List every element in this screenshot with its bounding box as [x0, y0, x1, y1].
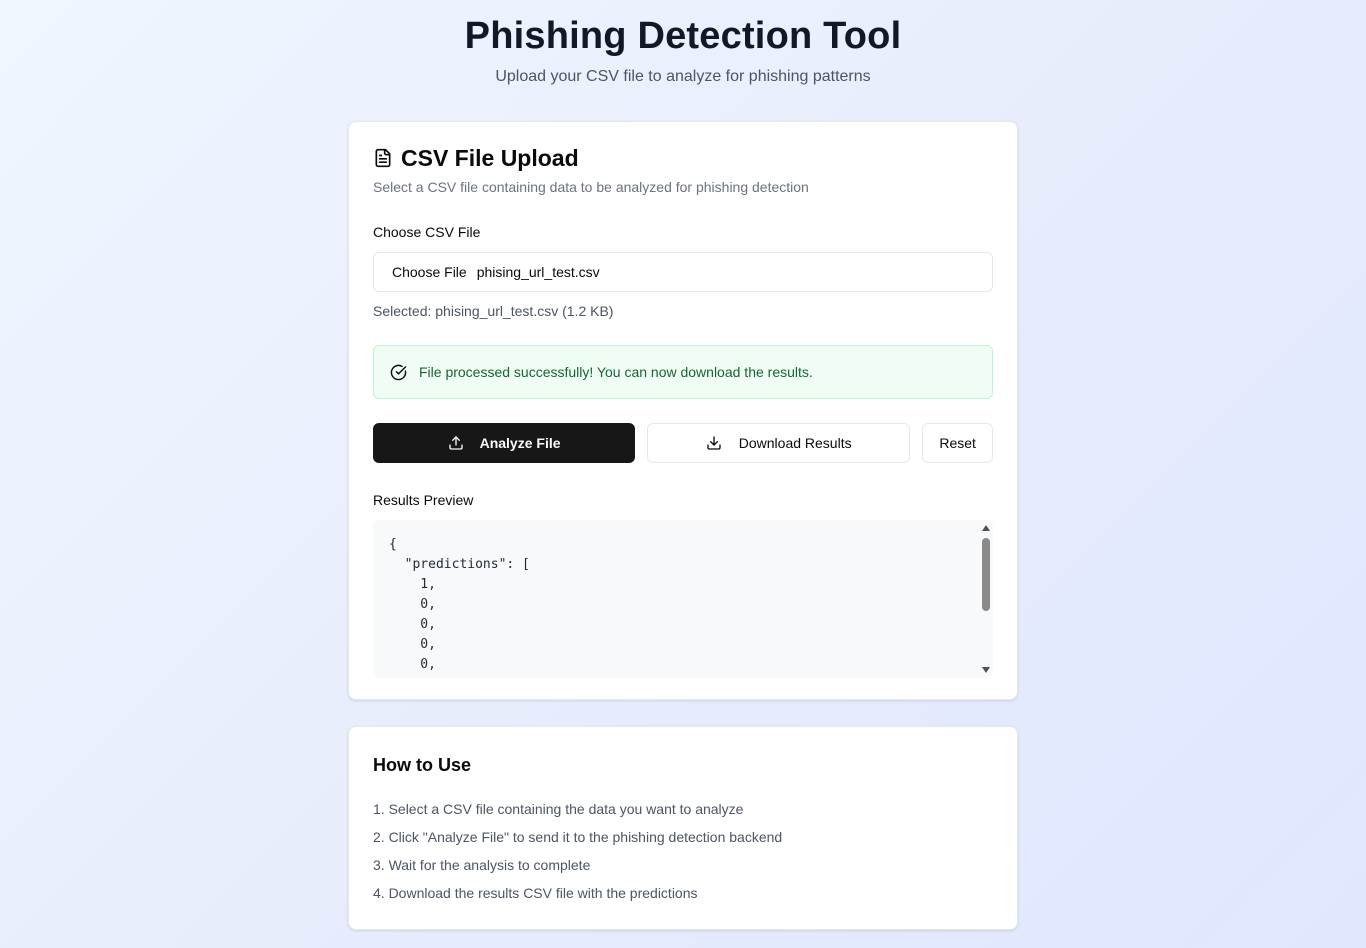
success-alert-text: File processed successfully! You can now… [419, 364, 813, 380]
csv-upload-card: CSV File Upload Select a CSV file contai… [348, 121, 1018, 700]
scroll-down-arrow-icon[interactable] [982, 667, 990, 673]
download-results-button[interactable]: Download Results [647, 423, 911, 463]
upload-icon [448, 435, 464, 451]
file-input-label: Choose CSV File [373, 224, 481, 240]
action-buttons: Analyze File Download Results Reset [373, 423, 993, 463]
results-preview[interactable]: { "predictions": [ 1, 0, 0, 0, 0, [373, 520, 993, 678]
analyze-file-label: Analyze File [479, 435, 561, 451]
step-item: 1. Select a CSV file containing the data… [373, 801, 744, 817]
scroll-thumb[interactable] [982, 538, 990, 611]
results-preview-label: Results Preview [373, 492, 474, 508]
card-title-row: CSV File Upload [373, 144, 993, 171]
selected-file-name: phising_url_test.csv [476, 264, 600, 280]
analyze-file-button[interactable]: Analyze File [373, 423, 636, 463]
download-icon [706, 435, 722, 451]
step-item: 4. Download the results CSV file with th… [373, 885, 698, 901]
how-to-use-card: How to Use 1. Select a CSV file containi… [348, 726, 1018, 930]
csv-file-input[interactable]: Choose File phising_url_test.csv [373, 252, 993, 292]
scroll-up-arrow-icon[interactable] [982, 525, 990, 531]
step-item: 3. Wait for the analysis to complete [373, 857, 591, 873]
page-title: Phishing Detection Tool [464, 15, 902, 57]
step-item: 2. Click "Analyze File" to send it to th… [373, 829, 783, 845]
how-to-use-title: How to Use [373, 755, 472, 775]
results-scrollbar[interactable] [978, 520, 993, 678]
card-description: Select a CSV file containing data to be … [373, 179, 809, 195]
how-to-use-steps: 1. Select a CSV file containing the data… [373, 800, 993, 902]
results-json: { "predictions": [ 1, 0, 0, 0, 0, [389, 537, 530, 672]
download-results-label: Download Results [738, 435, 852, 451]
card-title: CSV File Upload [401, 144, 579, 171]
reset-button[interactable]: Reset [922, 423, 993, 463]
success-alert: File processed successfully! You can now… [373, 345, 993, 399]
page-header: Phishing Detection Tool Upload your CSV … [0, 0, 1366, 87]
check-circle-icon [390, 364, 407, 381]
choose-file-button[interactable]: Choose File [392, 264, 467, 280]
document-icon [373, 148, 393, 168]
page-subtitle: Upload your CSV file to analyze for phis… [495, 68, 871, 85]
selected-file-info: Selected: phising_url_test.csv (1.2 KB) [373, 303, 614, 319]
